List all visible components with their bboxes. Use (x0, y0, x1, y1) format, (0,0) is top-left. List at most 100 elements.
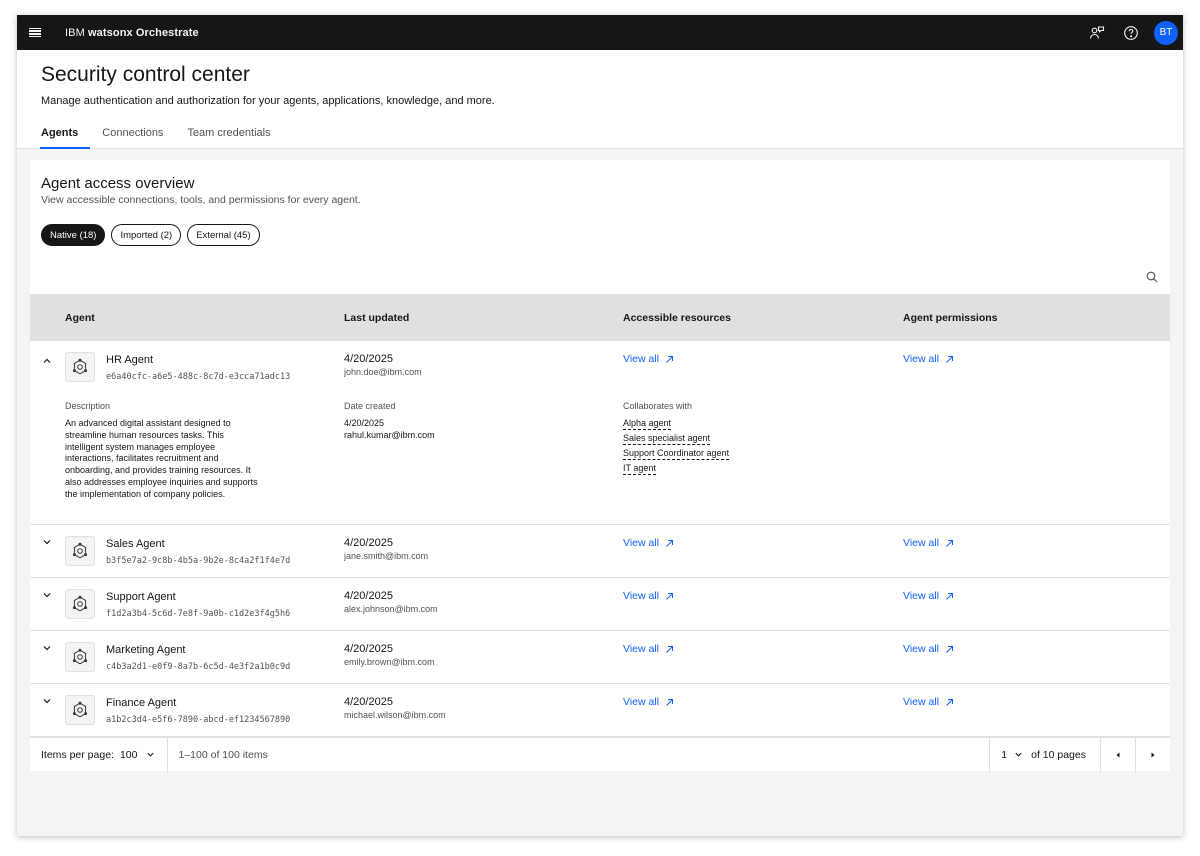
last-updated-user: alex.johnson@ibm.com (344, 604, 438, 614)
pagination-bar: Items per page: 100 1–100 of 100 items 1… (30, 737, 1170, 772)
view-all-permissions-link[interactable]: View all (903, 643, 954, 655)
tab-connections[interactable]: Connections (102, 125, 163, 149)
description-line: interactions, facilitates recruitment an… (65, 453, 219, 464)
filter-chip-native[interactable]: Native (18) (41, 224, 106, 246)
view-all-permissions-link[interactable]: View all (903, 590, 954, 602)
launch-icon (666, 645, 673, 653)
table-row[interactable]: Finance Agent a1b2c3d4-e5f6-7890-abcd-ef… (30, 684, 1170, 737)
collaborates-with-label: Collaborates with (623, 401, 693, 411)
page-number-select[interactable]: 1 (989, 737, 1023, 772)
agent-name: Support Agent (106, 591, 176, 603)
tab-team-credentials[interactable]: Team credentials (187, 125, 270, 149)
tab-list: Agents Connections Team credentials (39, 125, 295, 149)
view-all-label: View all (623, 696, 659, 708)
section-title: Agent access overview (41, 175, 195, 192)
date-created-value: 4/20/2025 (344, 418, 385, 428)
description-label: Description (65, 401, 111, 411)
launch-icon (666, 592, 673, 600)
column-header-accessible-resources[interactable]: Accessible resources (623, 294, 731, 341)
launch-icon (946, 355, 953, 363)
view-all-resources-link[interactable]: View all (623, 696, 674, 708)
filter-chip-imported[interactable]: Imported (2) (111, 224, 182, 246)
hamburger-menu-icon[interactable] (17, 15, 53, 50)
agent-icon (65, 589, 95, 619)
description-line: An advanced digital assistant designed t… (65, 418, 231, 428)
table-row[interactable]: Support Agent f1d2a3b4-5c6d-7e8f-9a0b-c1… (30, 578, 1170, 631)
last-updated-user: john.doe@ibm.com (344, 367, 422, 377)
view-all-permissions-link[interactable]: View all (903, 696, 954, 708)
filter-chips: Native (18) Imported (2) External (45) (41, 224, 266, 246)
view-all-resources-link[interactable]: View all (623, 590, 674, 602)
launch-icon (666, 355, 673, 363)
chevron-down-icon[interactable] (40, 694, 54, 708)
date-created-label: Date created (344, 401, 396, 411)
app-window: IBM watsonx Orchestrate BT Security cont… (17, 15, 1183, 836)
created-by-user: rahul.kumar@ibm.com (344, 430, 435, 440)
view-all-permissions-link[interactable]: View all (903, 537, 954, 549)
column-header-agent-permissions[interactable]: Agent permissions (903, 294, 998, 341)
chevron-down-icon[interactable] (40, 535, 54, 549)
view-all-label: View all (903, 590, 939, 602)
agent-icon (65, 352, 95, 382)
launch-icon (666, 539, 673, 547)
table-row[interactable]: Sales Agent b3f5e7a2-9c8b-4b5a-9b2e-8c4a… (30, 525, 1170, 578)
avatar[interactable]: BT (1154, 20, 1178, 45)
last-updated-date: 4/20/2025 (344, 353, 393, 365)
view-all-label: View all (903, 696, 939, 708)
collaborator-link[interactable]: Support Coordinator agent (623, 448, 730, 460)
agent-access-overview-card: Agent access overview View accessible co… (30, 160, 1170, 772)
view-all-permissions-link[interactable]: View all (903, 353, 954, 365)
description-line: intelligent system manages employee (65, 441, 216, 452)
user-chat-icon[interactable] (1080, 15, 1114, 50)
agent-name: Finance Agent (106, 697, 177, 709)
view-all-label: View all (903, 643, 939, 655)
previous-page-button[interactable] (1100, 737, 1135, 772)
launch-icon (946, 698, 953, 706)
section-subtitle: View accessible connections, tools, and … (41, 194, 361, 206)
collaborator-link[interactable]: Sales specialist agent (623, 433, 711, 445)
page-header: Security control center Manage authentic… (17, 50, 1183, 149)
view-all-label: View all (903, 353, 939, 365)
column-header-agent[interactable]: Agent (65, 294, 95, 341)
items-per-page-select[interactable]: 100 (120, 749, 155, 761)
brand-prefix: IBM (65, 26, 85, 39)
filter-chip-external[interactable]: External (45) (187, 224, 260, 246)
table-row[interactable]: Marketing Agent c4b3a2d1-e0f9-8a7b-6c5d-… (30, 631, 1170, 684)
description-text: An advanced digital assistant designed t… (65, 418, 258, 501)
product-name[interactable]: IBM watsonx Orchestrate (65, 27, 199, 39)
items-per-page-value: 100 (119, 748, 138, 761)
column-header-last-updated[interactable]: Last updated (344, 294, 409, 341)
items-per-page-label: Items per page: (41, 748, 114, 761)
view-all-resources-link[interactable]: View all (623, 537, 674, 549)
divider (166, 737, 168, 772)
view-all-resources-link[interactable]: View all (623, 643, 674, 655)
agent-id: e6a40cfc-a6e5-488c-8c7d-e3cca71adc13 (106, 372, 291, 382)
view-all-label: View all (903, 537, 939, 549)
description-line: also addresses employee inquiries and su… (65, 476, 258, 487)
last-updated-date: 4/20/2025 (344, 643, 393, 655)
last-updated-user: emily.brown@ibm.com (344, 657, 435, 667)
agent-id: f1d2a3b4-5c6d-7e8f-9a0b-c1d2e3f4g5h6 (106, 609, 291, 619)
chevron-down-icon[interactable] (40, 641, 54, 655)
last-updated-date: 4/20/2025 (344, 537, 393, 549)
view-all-resources-link[interactable]: View all (623, 353, 674, 365)
help-icon[interactable] (1114, 15, 1148, 50)
launch-icon (946, 645, 953, 653)
tab-agents[interactable]: Agents (39, 125, 91, 149)
chevron-down-icon (146, 752, 154, 757)
items-range: 1–100 of 100 items (178, 748, 268, 761)
table-row[interactable]: HR Agent e6a40cfc-a6e5-488c-8c7d-e3cca71… (30, 341, 1170, 525)
search-icon[interactable] (1143, 268, 1161, 286)
chevron-up-icon[interactable] (40, 354, 54, 368)
caret-right-icon (1151, 752, 1155, 757)
page-title: Security control center (41, 63, 250, 86)
page-subtitle: Manage authentication and authorization … (41, 95, 495, 107)
agent-name: Sales Agent (106, 538, 165, 550)
chevron-down-icon[interactable] (40, 588, 54, 602)
next-page-button[interactable] (1135, 737, 1170, 772)
description-line: the implementation of company policies. (65, 488, 226, 499)
collaborator-link[interactable]: IT agent (623, 463, 656, 475)
top-navigation-bar: IBM watsonx Orchestrate BT (17, 15, 1183, 50)
collaborator-link[interactable]: Alpha agent (623, 418, 672, 430)
agent-icon (65, 695, 95, 725)
